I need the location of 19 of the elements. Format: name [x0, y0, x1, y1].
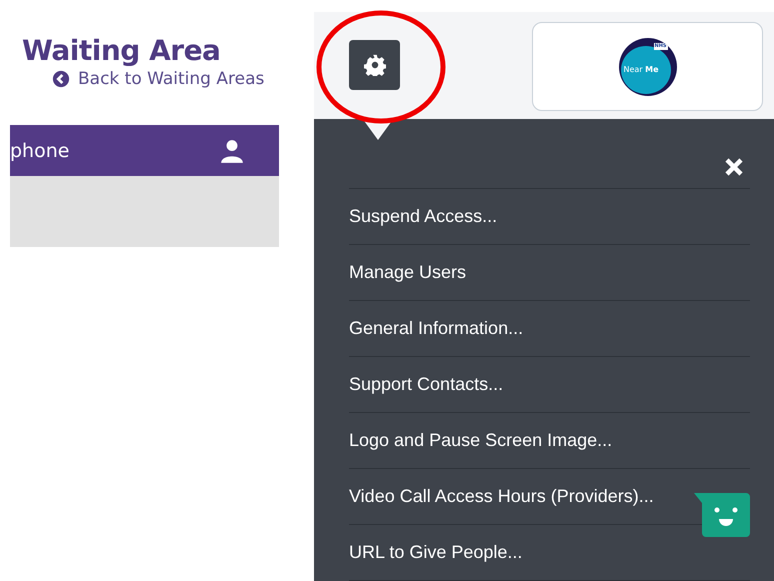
menu-item[interactable]: URL to Give People...	[349, 542, 522, 563]
back-link[interactable]: Back to Waiting Areas	[52, 69, 264, 89]
chat-face-icon	[694, 493, 750, 537]
settings-icon	[364, 54, 386, 76]
page-title: Waiting Area	[22, 33, 222, 69]
menu-item[interactable]: Logo and Pause Screen Image...	[349, 430, 612, 451]
menu-item[interactable]: Suspend Access...	[349, 206, 498, 227]
logo-text: Near Me	[624, 64, 659, 74]
settings-button[interactable]	[349, 40, 400, 90]
menu-item[interactable]: Video Call Access Hours (Providers)...	[349, 486, 654, 507]
chat-button[interactable]	[694, 493, 750, 537]
menu-item[interactable]: General Information...	[349, 318, 524, 339]
close-button[interactable]	[724, 157, 744, 177]
user-icon	[219, 138, 245, 164]
close-icon	[724, 157, 744, 177]
menu-item[interactable]: Manage Users	[349, 262, 466, 283]
header-label: phone	[10, 140, 70, 162]
menu-item[interactable]: Support Contacts...	[349, 374, 504, 395]
back-icon	[52, 70, 70, 88]
